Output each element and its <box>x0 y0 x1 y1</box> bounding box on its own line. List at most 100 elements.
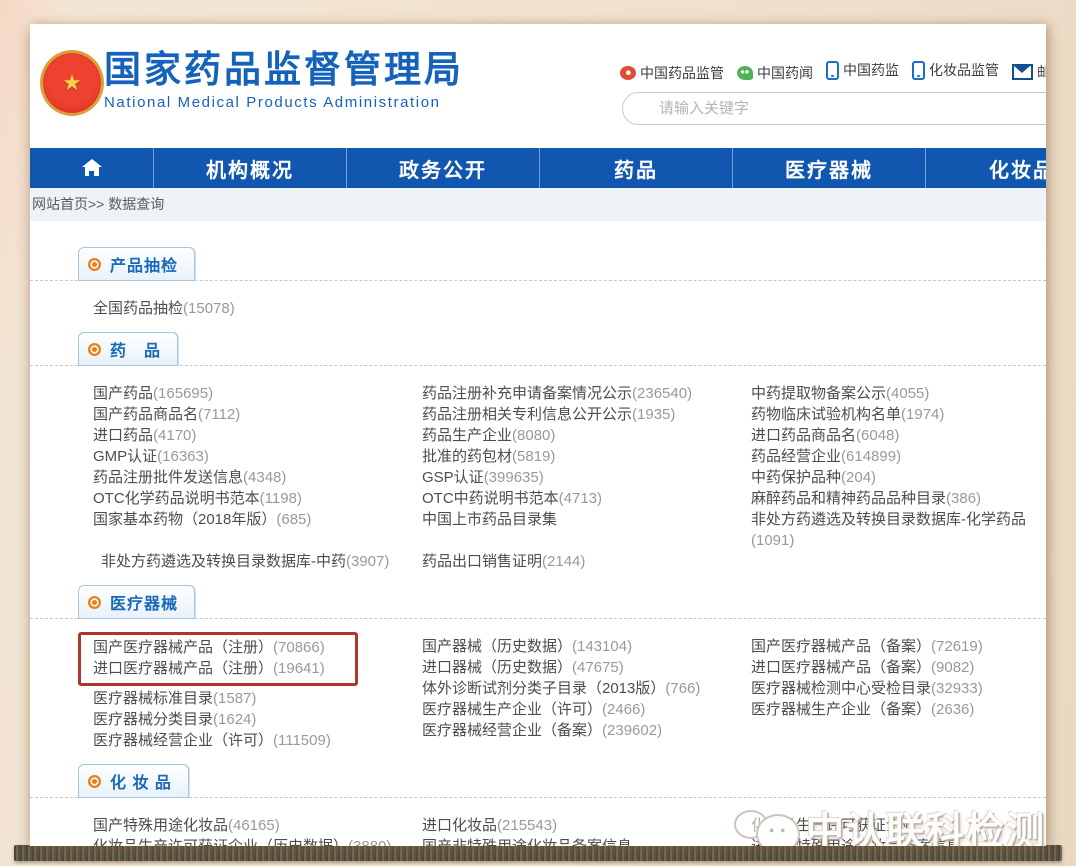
link-label: 非处方药遴选及转换目录数据库-化学药品 <box>751 511 1026 528</box>
data-link[interactable]: 医疗器械经营企业（许可）(111509) <box>93 730 422 751</box>
nav-item-3[interactable]: 药品 <box>540 148 733 188</box>
nav-item-label: 化妆品 <box>989 154 1046 183</box>
quick-link[interactable]: 化妆品监管 <box>912 60 999 80</box>
quick-link-label: 化妆品监管 <box>929 60 999 80</box>
section-head: 药 品 <box>30 332 1046 366</box>
data-link[interactable]: 药品注册相关专利信息公开公示(1935) <box>422 404 751 425</box>
data-link[interactable]: 医疗器械检测中心受检目录(32933) <box>751 678 1043 699</box>
quick-link[interactable]: 中国药品监管 <box>620 63 724 83</box>
data-link[interactable]: 医疗器械经营企业（备案）(239602) <box>422 720 751 741</box>
link-label: 进口医疗器械产品（备案） <box>751 659 931 676</box>
data-link[interactable]: 进口医疗器械产品（备案）(9082) <box>751 657 1043 678</box>
data-link[interactable]: 中国上市药品目录集 <box>422 509 751 530</box>
link-count: (143104) <box>572 638 632 655</box>
watermark: 中认联科检测 <box>732 800 1046 846</box>
data-link[interactable]: GMP认证(16363) <box>93 446 422 467</box>
link-label: 药品经营企业 <box>751 448 841 465</box>
link-label: 药品注册相关专利信息公开公示 <box>422 406 632 423</box>
data-link[interactable]: 国产器械（历史数据）(143104) <box>422 636 751 657</box>
link-column <box>751 298 1043 319</box>
link-count: (386) <box>946 490 981 507</box>
link-label: 进口药品 <box>93 427 153 444</box>
breadcrumb-home-link[interactable]: 网站首页 <box>32 196 88 212</box>
main-nav: 机构概况政务公开药品医疗器械 化妆品 <box>30 148 1046 188</box>
link-count: (766) <box>665 680 700 697</box>
data-link[interactable]: 药品注册补充申请备案情况公示(236540) <box>422 383 751 404</box>
search-input[interactable] <box>622 92 1046 125</box>
nav-item-1[interactable]: 机构概况 <box>154 148 347 188</box>
national-emblem-icon: ★ <box>40 50 104 116</box>
link-label: 非处方药遴选及转换目录数据库-中药 <box>101 553 346 570</box>
link-label: 中国上市药品目录集 <box>422 511 557 528</box>
link-label: 医疗器械经营企业（备案） <box>422 722 602 739</box>
data-link[interactable]: 批准的药包材(5819) <box>422 446 751 467</box>
data-link[interactable]: 医疗器械标准目录(1587) <box>93 688 422 709</box>
link-label: 医疗器械生产企业（备案） <box>751 701 931 718</box>
data-link[interactable]: 进口化妆品(215543) <box>422 815 751 836</box>
nav-item-2[interactable]: 政务公开 <box>347 148 540 188</box>
data-link[interactable]: GSP认证(399635) <box>422 467 751 488</box>
link-count: (685) <box>276 511 311 528</box>
section-title: 产品抽检 <box>110 252 178 276</box>
link-label: 进口医疗器械产品（注册） <box>93 660 273 677</box>
watermark-text: 中认联科检测 <box>806 800 1046 846</box>
link-column: 国产医疗器械产品（注册）(70866)进口医疗器械产品（注册）(19641)医疗… <box>93 636 422 751</box>
quick-link[interactable]: 邮箱 <box>1012 62 1046 82</box>
data-link[interactable]: 国产药品商品名(7112) <box>93 404 422 425</box>
link-count: (19641) <box>273 660 325 677</box>
data-link[interactable]: 国产医疗器械产品（注册）(70866) <box>93 637 345 658</box>
link-count: (4348) <box>243 469 286 486</box>
data-link[interactable]: OTC中药说明书范本(4713) <box>422 488 751 509</box>
data-link[interactable]: 进口药品(4170) <box>93 425 422 446</box>
data-link[interactable]: 药物临床试验机构名单(1974) <box>751 404 1043 425</box>
link-count: (32933) <box>931 680 983 697</box>
link-label: 医疗器械标准目录 <box>93 690 213 707</box>
data-link[interactable]: 医疗器械分类目录(1624) <box>93 709 422 730</box>
section-head: 医疗器械 <box>30 585 1046 619</box>
nav-item-5[interactable]: 化妆品 <box>926 148 1046 188</box>
link-column: 全国药品抽检(15078) <box>93 298 422 319</box>
link-label: 国产医疗器械产品（备案） <box>751 638 931 655</box>
bullseye-icon <box>88 258 101 271</box>
data-link[interactable]: 国产非特殊用途化妆品备案信息 <box>422 836 751 846</box>
data-link[interactable]: 麻醉药品和精神药品品种目录(386) <box>751 488 1043 509</box>
data-link[interactable]: 进口器械（历史数据）(47675) <box>422 657 751 678</box>
data-link[interactable]: 医疗器械生产企业（许可）(2466) <box>422 699 751 720</box>
data-link[interactable]: 国家基本药物（2018年版）(685) <box>93 509 422 530</box>
data-link[interactable]: 进口药品商品名(6048) <box>751 425 1043 446</box>
section-tab: 化 妆 品 <box>78 764 189 798</box>
data-link[interactable]: 中药提取物备案公示(4055) <box>751 383 1043 404</box>
photo-frame: ★ 国家药品监督管理局 National Medical Products Ad… <box>0 0 1076 866</box>
quick-link[interactable]: 中国药监 <box>826 60 899 80</box>
data-link[interactable]: 体外诊断试剂分类子目录（2013版）(766) <box>422 678 751 699</box>
link-column <box>422 298 751 319</box>
data-link[interactable]: 药品注册批件发送信息(4348) <box>93 467 422 488</box>
data-link[interactable]: 非处方药遴选及转换目录数据库-化学药品(1091) <box>751 509 1043 551</box>
link-label: 批准的药包材 <box>422 448 512 465</box>
data-link[interactable]: OTC化学药品说明书范本(1198) <box>93 488 422 509</box>
section-tab: 药 品 <box>78 332 178 366</box>
quick-link[interactable]: 中国药闻 <box>737 63 813 83</box>
data-link[interactable]: 国产医疗器械产品（备案）(72619) <box>751 636 1043 657</box>
data-link[interactable]: 药品经营企业(614899) <box>751 446 1043 467</box>
nav-item-home[interactable] <box>30 148 154 188</box>
data-link[interactable]: 化妆品生产许可获证企业（历史数据）(3880) <box>93 836 422 846</box>
data-link[interactable]: 国产药品(165695) <box>93 383 422 404</box>
data-link[interactable]: 全国药品抽检(15078) <box>93 298 422 319</box>
data-link[interactable]: 药品出口销售证明(2144) <box>422 551 751 572</box>
browser-page: ★ 国家药品监督管理局 National Medical Products Ad… <box>30 24 1046 846</box>
data-link[interactable]: 医疗器械生产企业（备案）(2636) <box>751 699 1043 720</box>
quick-links: 中国药品监管中国药闻中国药监化妆品监管邮箱政 <box>620 60 1046 83</box>
link-label: 全国药品抽检 <box>93 300 183 317</box>
link-label: 化妆品生产许可获证企业（历史数据） <box>93 838 348 846</box>
data-link[interactable]: 药品生产企业(8080) <box>422 425 751 446</box>
link-label: 中药保护品种 <box>751 469 841 486</box>
data-link[interactable]: 国产特殊用途化妆品(46165) <box>93 815 422 836</box>
nav-item-4[interactable]: 医疗器械 <box>733 148 926 188</box>
data-link[interactable]: 中药保护品种(204) <box>751 467 1043 488</box>
data-link[interactable]: 进口医疗器械产品（注册）(19641) <box>93 658 345 679</box>
link-count: (47675) <box>572 659 624 676</box>
data-link[interactable]: 非处方药遴选及转换目录数据库-中药(3907) <box>93 551 422 572</box>
link-count: (4170) <box>153 427 196 444</box>
wechat-icon <box>737 66 753 80</box>
